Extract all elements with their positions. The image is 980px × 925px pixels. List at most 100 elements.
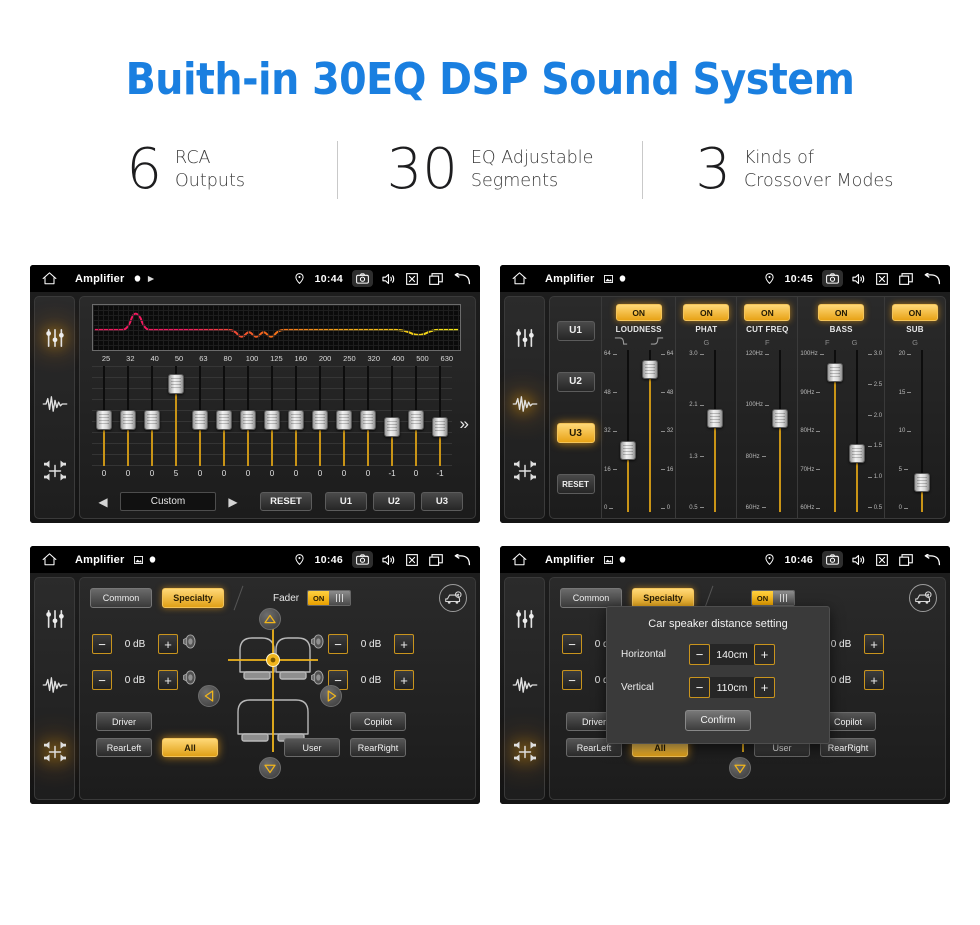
back-icon[interactable] xyxy=(924,272,941,285)
eq-band[interactable]: 0 xyxy=(92,366,116,484)
crossover-preset-u1-button[interactable]: U1 xyxy=(556,320,595,341)
preset-prev-button[interactable]: ◀ xyxy=(92,493,114,510)
camera-icon[interactable] xyxy=(822,270,843,287)
eq-slider-knob[interactable] xyxy=(432,417,448,438)
pad-left-button[interactable] xyxy=(198,685,220,707)
fader-track[interactable] xyxy=(771,350,789,512)
fader-track[interactable] xyxy=(706,350,724,512)
eq-slider-track[interactable] xyxy=(404,366,428,466)
on-button[interactable]: ON xyxy=(892,304,939,321)
balance-icon[interactable] xyxy=(513,741,537,768)
on-button[interactable]: ON xyxy=(744,304,791,321)
decrement-button[interactable]: − xyxy=(92,670,112,690)
tab-specialty[interactable]: Specialty xyxy=(632,588,694,608)
close-icon[interactable] xyxy=(406,272,418,285)
decrement-button[interactable]: − xyxy=(92,634,112,654)
increment-button[interactable]: + xyxy=(394,670,414,690)
eq-slider-track[interactable] xyxy=(140,366,164,466)
fader-slider[interactable]: 3.0 2.5 2.0 1.5 1.0 0.5 xyxy=(848,350,882,512)
home-icon[interactable] xyxy=(42,553,57,566)
on-button[interactable]: ON xyxy=(818,304,865,321)
eq-slider-track[interactable] xyxy=(356,366,380,466)
eq-band[interactable]: 0 xyxy=(404,366,428,484)
eq-slider-knob[interactable] xyxy=(312,410,328,430)
preset-u2-button[interactable]: U2 xyxy=(373,492,415,511)
volume-icon[interactable] xyxy=(852,273,865,285)
fader-track[interactable] xyxy=(641,350,659,512)
eq-slider-track[interactable] xyxy=(212,366,236,466)
eq-slider-track[interactable] xyxy=(380,366,404,466)
fader-knob[interactable] xyxy=(914,473,931,493)
seat-button-user[interactable]: User xyxy=(284,738,340,757)
volume-icon[interactable] xyxy=(382,554,395,566)
home-icon[interactable] xyxy=(512,553,527,566)
crossover-preset-u3-button[interactable]: U3 xyxy=(556,423,595,444)
fader-knob[interactable] xyxy=(826,363,843,383)
increment-button[interactable]: + xyxy=(394,634,414,654)
recents-icon[interactable] xyxy=(429,553,443,566)
volume-icon[interactable] xyxy=(852,554,865,566)
eq-slider-track[interactable] xyxy=(116,366,140,466)
eq-slider-track[interactable] xyxy=(164,366,188,466)
eq-band[interactable]: 0 xyxy=(188,366,212,484)
fader-knob[interactable] xyxy=(772,408,789,428)
eq-band[interactable]: 0 xyxy=(260,366,284,484)
seat-button-all[interactable]: All xyxy=(162,738,218,757)
eq-slider-knob[interactable] xyxy=(336,410,352,430)
equalizer-icon[interactable] xyxy=(44,609,66,634)
eq-band[interactable]: 0 xyxy=(140,366,164,484)
confirm-button[interactable]: Confirm xyxy=(685,710,751,731)
recents-icon[interactable] xyxy=(429,272,443,285)
eq-band[interactable]: 0 xyxy=(212,366,236,484)
waveform-icon[interactable] xyxy=(42,676,68,699)
fader-track[interactable] xyxy=(619,350,637,512)
eq-band[interactable]: 0 xyxy=(308,366,332,484)
equalizer-icon[interactable] xyxy=(514,609,536,634)
balance-icon[interactable] xyxy=(513,460,537,487)
seat-button-rearright[interactable]: RearRight xyxy=(350,738,406,757)
camera-icon[interactable] xyxy=(352,270,373,287)
fader-knob[interactable] xyxy=(848,444,865,464)
car-settings-icon[interactable] xyxy=(909,584,937,612)
tab-specialty[interactable]: Specialty xyxy=(162,588,224,608)
increment-button[interactable]: + xyxy=(754,677,775,698)
reset-button[interactable]: RESET xyxy=(260,492,312,511)
eq-slider-knob[interactable] xyxy=(192,410,208,430)
close-icon[interactable] xyxy=(406,553,418,566)
on-button[interactable]: ON xyxy=(615,304,662,321)
equalizer-icon[interactable] xyxy=(44,328,66,353)
pad-down-button[interactable] xyxy=(729,757,751,779)
back-icon[interactable] xyxy=(454,272,471,285)
eq-band[interactable]: 0 xyxy=(284,366,308,484)
preset-name[interactable]: Custom xyxy=(120,492,216,511)
fader-toggle[interactable]: ON xyxy=(751,590,795,606)
balance-icon[interactable] xyxy=(43,460,67,487)
crossover-preset-u2-button[interactable]: U2 xyxy=(556,371,595,392)
fader-slider[interactable]: 20 15 10 5 0 xyxy=(899,350,932,512)
eq-slider-track[interactable] xyxy=(236,366,260,466)
eq-band[interactable]: 0 xyxy=(116,366,140,484)
volume-icon[interactable] xyxy=(382,273,395,285)
eq-band[interactable]: 0 xyxy=(332,366,356,484)
decrement-button[interactable]: − xyxy=(562,670,582,690)
more-bands-icon[interactable]: » xyxy=(460,415,469,432)
eq-band[interactable]: -1 xyxy=(428,366,452,484)
waveform-icon[interactable] xyxy=(42,395,68,418)
back-icon[interactable] xyxy=(924,553,941,566)
close-icon[interactable] xyxy=(876,553,888,566)
camera-icon[interactable] xyxy=(822,551,843,568)
seat-button-driver[interactable]: Driver xyxy=(96,712,152,731)
on-button[interactable]: ON xyxy=(683,304,730,321)
decrement-button[interactable]: − xyxy=(689,644,710,665)
home-icon[interactable] xyxy=(42,272,57,285)
preset-u3-button[interactable]: U3 xyxy=(421,492,463,511)
camera-icon[interactable] xyxy=(352,551,373,568)
eq-slider-knob[interactable] xyxy=(120,410,136,430)
car-settings-icon[interactable] xyxy=(439,584,467,612)
eq-band[interactable]: 0 xyxy=(356,366,380,484)
recents-icon[interactable] xyxy=(899,272,913,285)
fader-track[interactable] xyxy=(848,350,866,512)
tab-common[interactable]: Common xyxy=(560,588,622,608)
crossover-reset-button[interactable]: RESET xyxy=(556,474,595,495)
eq-slider-track[interactable] xyxy=(332,366,356,466)
